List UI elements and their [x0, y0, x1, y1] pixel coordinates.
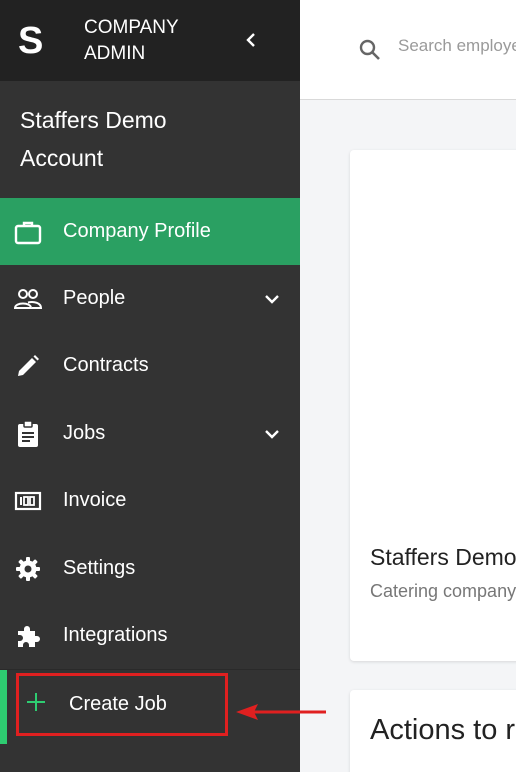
top-bar: [300, 0, 516, 100]
chevron-down-icon[interactable]: [262, 289, 282, 309]
pencil-icon: [14, 352, 42, 380]
gear-icon: [14, 555, 42, 583]
chevron-down-icon[interactable]: [262, 424, 282, 444]
company-card-title: Staffers Demo Account: [370, 544, 516, 570]
brand-header: S COMPANY ADMIN: [0, 0, 300, 81]
brand-title-line1: COMPANY: [84, 16, 179, 38]
annotation-arrow-icon: [236, 704, 326, 720]
sidebar-item-invoice[interactable]: Invoice: [0, 467, 300, 534]
sidebar-item-company-profile[interactable]: Company Profile: [0, 198, 300, 265]
sidebar-item-jobs[interactable]: Jobs: [0, 400, 300, 467]
actions-card-title: Actions to review: [370, 714, 516, 746]
company-card-subtitle: Catering company: [370, 581, 516, 601]
sidebar-item-people[interactable]: People: [0, 265, 300, 332]
sidebar: S COMPANY ADMIN Staffers Demo Account Co…: [0, 0, 300, 772]
brand-logo: S: [18, 19, 44, 62]
sidebar-divider: [0, 669, 300, 670]
sidebar-item-label: People: [63, 287, 126, 309]
sidebar-item-contracts[interactable]: Contracts: [0, 332, 300, 399]
sidebar-item-label: Company Profile: [63, 220, 211, 242]
actions-card: Actions to review: [350, 690, 516, 772]
sidebar-item-label: Contracts: [63, 354, 149, 376]
create-job-button[interactable]: Create Job: [16, 673, 228, 736]
brand-title-line2: ADMIN: [84, 42, 146, 64]
invoice-icon: [14, 487, 42, 515]
sidebar-item-settings[interactable]: Settings: [0, 535, 300, 602]
search-input[interactable]: [398, 36, 516, 56]
sidebar-item-label: Settings: [63, 557, 136, 579]
people-icon: [14, 285, 42, 313]
collapse-sidebar-button[interactable]: [240, 28, 262, 52]
search-icon: [359, 39, 380, 60]
sidebar-item-label: Jobs: [63, 422, 106, 444]
sidebar-item-integrations[interactable]: Integrations: [0, 602, 300, 669]
company-card: Staffers Demo Account Catering company: [350, 150, 516, 661]
puzzle-icon: [14, 622, 42, 650]
briefcase-icon: [14, 218, 42, 246]
brand-title: COMPANY ADMIN: [84, 15, 179, 67]
clipboard-icon: [14, 419, 42, 448]
sidebar-item-label: Invoice: [63, 489, 127, 511]
plus-icon: [25, 689, 47, 719]
active-indicator-bar: [0, 670, 7, 744]
account-name-line2: Account: [20, 145, 104, 171]
sidebar-item-label: Integrations: [63, 624, 168, 646]
create-job-label: Create Job: [69, 693, 167, 715]
account-name-line1: Staffers Demo: [20, 107, 167, 133]
account-name: Staffers Demo Account: [0, 81, 300, 198]
chevron-left-icon: [246, 33, 255, 47]
